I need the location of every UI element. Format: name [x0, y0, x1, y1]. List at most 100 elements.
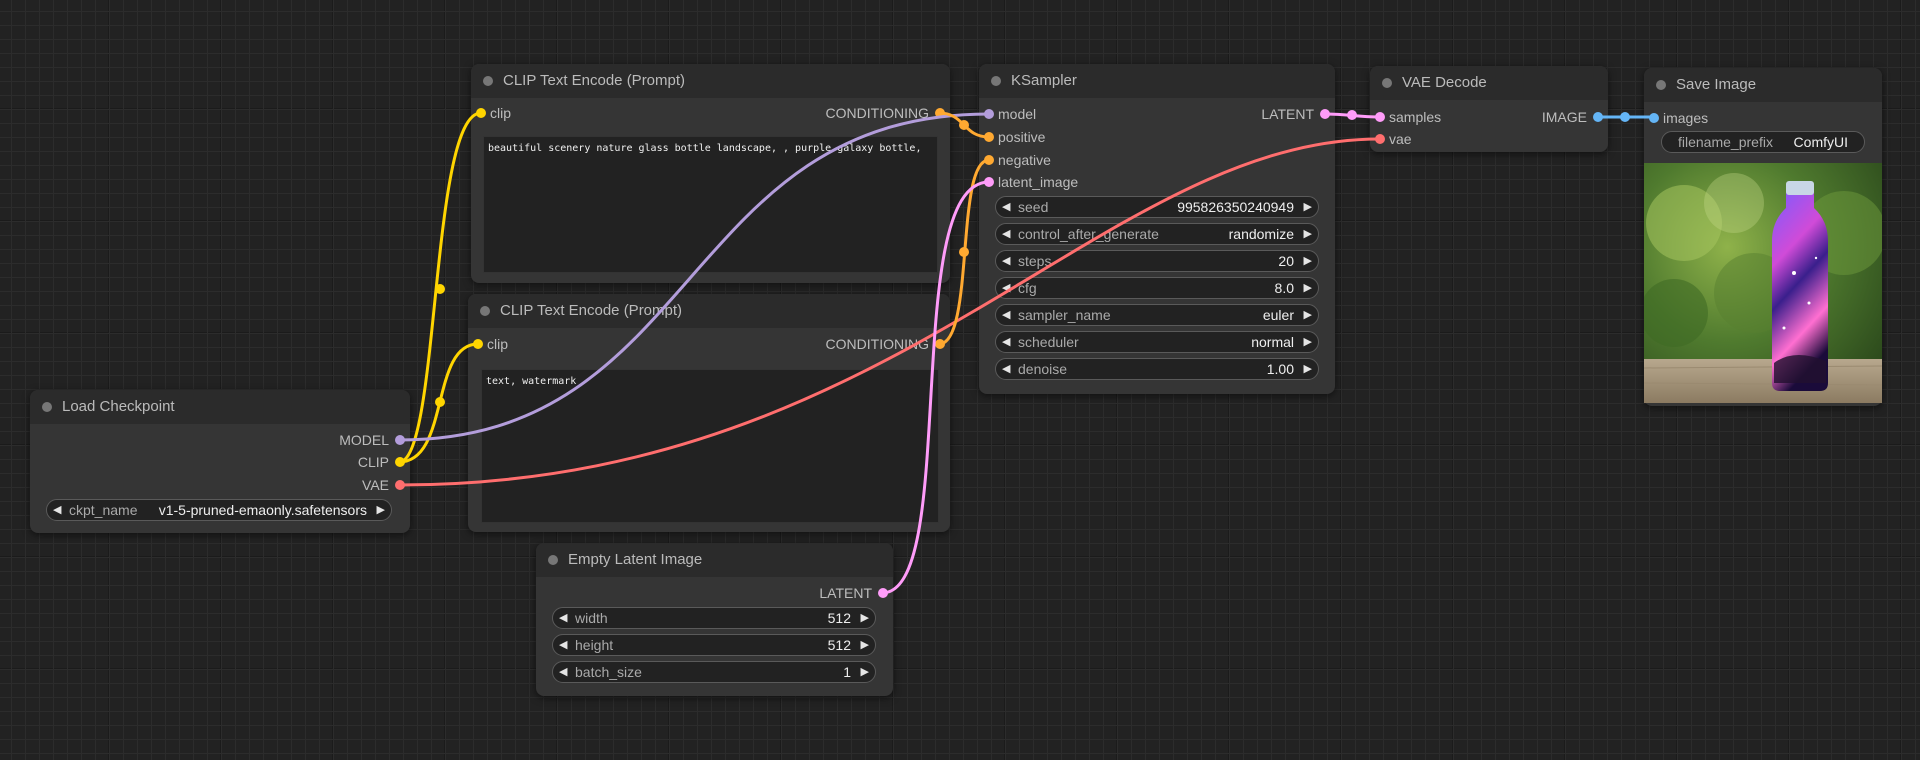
node-title[interactable]: KSampler — [979, 64, 1335, 98]
node-title[interactable]: Empty Latent Image — [536, 543, 893, 577]
input-images[interactable]: images — [1649, 108, 1759, 128]
increment-arrow-icon[interactable]: ▶ — [1304, 305, 1312, 325]
output-conditioning[interactable]: CONDITIONING — [805, 334, 945, 354]
decrement-arrow-icon[interactable]: ◀ — [559, 662, 567, 682]
node-title[interactable]: Load Checkpoint — [30, 390, 410, 424]
output-pin-icon[interactable] — [395, 435, 405, 445]
output-pin-icon[interactable] — [935, 108, 945, 118]
image-preview[interactable] — [1644, 163, 1882, 403]
input-pin-icon[interactable] — [476, 108, 486, 118]
output-pin-icon[interactable] — [1593, 112, 1603, 122]
collapse-dot-icon[interactable] — [480, 306, 490, 316]
widget-batch-size[interactable]: ◀ batch_size 1 ▶ — [552, 661, 876, 683]
decrement-arrow-icon[interactable]: ◀ — [559, 635, 567, 655]
increment-arrow-icon[interactable]: ▶ — [861, 635, 869, 655]
node-title[interactable]: CLIP Text Encode (Prompt) — [468, 294, 950, 328]
link-clip-positive-midpoint — [435, 284, 445, 294]
output-latent[interactable]: LATENT — [1210, 104, 1330, 124]
input-negative[interactable]: negative — [984, 150, 1124, 170]
input-pin-icon[interactable] — [984, 177, 994, 187]
output-label: CONDITIONING — [825, 105, 929, 121]
widget-name: height — [575, 637, 614, 653]
link-layer — [398, 110, 1654, 595]
output-pin-icon[interactable] — [935, 339, 945, 349]
widget-control-after-generate[interactable]: ◀ control_after_generate randomize ▶ — [995, 223, 1319, 245]
widget-sampler-name[interactable]: ◀ sampler_name euler ▶ — [995, 304, 1319, 326]
increment-arrow-icon[interactable]: ▶ — [861, 662, 869, 682]
collapse-dot-icon[interactable] — [991, 76, 1001, 86]
increment-arrow-icon[interactable]: ▶ — [1304, 224, 1312, 244]
increment-arrow-icon[interactable]: ▶ — [1304, 251, 1312, 271]
input-pin-icon[interactable] — [473, 339, 483, 349]
node-title[interactable]: Save Image — [1644, 68, 1882, 102]
widget-ckpt-name[interactable]: ◀ ckpt_name v1-5-pruned-emaonly.safetens… — [46, 499, 392, 521]
widget-filename-prefix[interactable]: filename_prefix ComfyUI — [1661, 131, 1865, 153]
node-save-image[interactable]: Save Image images filename_prefix ComfyU… — [1644, 68, 1882, 406]
widget-cfg[interactable]: ◀ cfg 8.0 ▶ — [995, 277, 1319, 299]
prompt-textarea[interactable]: text, watermark — [481, 369, 939, 523]
decrement-arrow-icon[interactable]: ◀ — [1002, 224, 1010, 244]
widget-width[interactable]: ◀ width 512 ▶ — [552, 607, 876, 629]
input-positive[interactable]: positive — [984, 127, 1124, 147]
decrement-arrow-icon[interactable]: ◀ — [1002, 332, 1010, 352]
input-model[interactable]: model — [984, 104, 1124, 124]
input-pin-icon[interactable] — [984, 109, 994, 119]
output-latent[interactable]: LATENT — [768, 583, 888, 603]
increment-arrow-icon[interactable]: ▶ — [1304, 359, 1312, 379]
node-load-checkpoint[interactable]: Load Checkpoint MODEL CLIP VAE ◀ ckpt_na… — [30, 390, 410, 533]
node-title-text: Load Checkpoint — [62, 398, 175, 415]
widget-name: cfg — [1018, 280, 1037, 296]
widget-height[interactable]: ◀ height 512 ▶ — [552, 634, 876, 656]
input-pin-icon[interactable] — [1375, 134, 1385, 144]
input-samples[interactable]: samples — [1375, 107, 1485, 127]
decrement-arrow-icon[interactable]: ◀ — [1002, 251, 1010, 271]
collapse-dot-icon[interactable] — [42, 402, 52, 412]
output-pin-icon[interactable] — [878, 588, 888, 598]
output-conditioning[interactable]: CONDITIONING — [805, 103, 945, 123]
widget-seed[interactable]: ◀ seed 995826350240949 ▶ — [995, 196, 1319, 218]
decrement-arrow-icon[interactable]: ◀ — [559, 608, 567, 628]
output-label: LATENT — [1261, 106, 1314, 122]
input-pin-icon[interactable] — [984, 132, 994, 142]
node-clip-text-encode-positive[interactable]: CLIP Text Encode (Prompt) clip CONDITION… — [471, 64, 950, 283]
input-vae[interactable]: vae — [1375, 129, 1485, 149]
input-clip[interactable]: clip — [473, 334, 573, 354]
input-latent-image[interactable]: latent_image — [984, 172, 1124, 192]
node-clip-text-encode-negative[interactable]: CLIP Text Encode (Prompt) clip CONDITION… — [468, 294, 950, 532]
input-clip[interactable]: clip — [476, 103, 576, 123]
node-empty-latent-image[interactable]: Empty Latent Image LATENT ◀ width 512 ▶ … — [536, 543, 893, 696]
widget-steps[interactable]: ◀ steps 20 ▶ — [995, 250, 1319, 272]
increment-arrow-icon[interactable]: ▶ — [1304, 332, 1312, 352]
input-pin-icon[interactable] — [1649, 113, 1659, 123]
collapse-dot-icon[interactable] — [1382, 78, 1392, 88]
output-clip[interactable]: CLIP — [285, 452, 405, 472]
decrement-arrow-icon[interactable]: ◀ — [1002, 278, 1010, 298]
node-vae-decode[interactable]: VAE Decode samples vae IMAGE — [1370, 66, 1608, 152]
output-vae[interactable]: VAE — [285, 475, 405, 495]
output-model[interactable]: MODEL — [285, 430, 405, 450]
increment-arrow-icon[interactable]: ▶ — [1304, 197, 1312, 217]
input-pin-icon[interactable] — [984, 155, 994, 165]
node-title[interactable]: VAE Decode — [1370, 66, 1608, 100]
node-title[interactable]: CLIP Text Encode (Prompt) — [471, 64, 950, 98]
output-pin-icon[interactable] — [395, 480, 405, 490]
input-label: samples — [1389, 109, 1442, 125]
input-pin-icon[interactable] — [1375, 112, 1385, 122]
node-ksampler[interactable]: KSampler model positive negative latent_… — [979, 64, 1335, 394]
widget-scheduler[interactable]: ◀ scheduler normal ▶ — [995, 331, 1319, 353]
output-image[interactable]: IMAGE — [1503, 107, 1603, 127]
increment-arrow-icon[interactable]: ▶ — [861, 608, 869, 628]
decrement-arrow-icon[interactable]: ◀ — [1002, 359, 1010, 379]
increment-arrow-icon[interactable]: ▶ — [377, 500, 385, 520]
output-pin-icon[interactable] — [395, 457, 405, 467]
collapse-dot-icon[interactable] — [548, 555, 558, 565]
widget-denoise[interactable]: ◀ denoise 1.00 ▶ — [995, 358, 1319, 380]
collapse-dot-icon[interactable] — [1656, 80, 1666, 90]
increment-arrow-icon[interactable]: ▶ — [1304, 278, 1312, 298]
output-pin-icon[interactable] — [1320, 109, 1330, 119]
decrement-arrow-icon[interactable]: ◀ — [53, 500, 61, 520]
decrement-arrow-icon[interactable]: ◀ — [1002, 197, 1010, 217]
prompt-textarea[interactable]: beautiful scenery nature glass bottle la… — [483, 136, 938, 273]
decrement-arrow-icon[interactable]: ◀ — [1002, 305, 1010, 325]
collapse-dot-icon[interactable] — [483, 76, 493, 86]
